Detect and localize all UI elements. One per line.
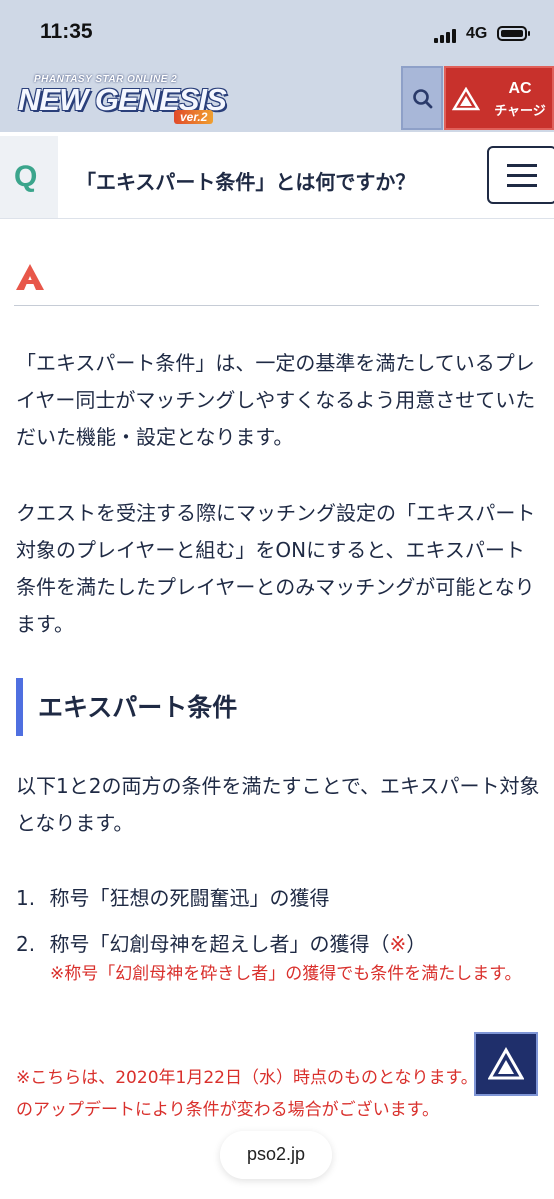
battery-icon xyxy=(497,26,530,41)
search-icon xyxy=(413,89,433,109)
menu-button[interactable] xyxy=(487,146,554,204)
section-accent-bar xyxy=(16,678,23,736)
browser-url-bar[interactable]: pso2.jp xyxy=(220,1131,332,1179)
back-to-top-button[interactable] xyxy=(474,1032,538,1096)
url-text: pso2.jp xyxy=(246,1144,306,1164)
answer-paragraph-2: クエストを受注する際にマッチング設定の「エキスパート対象のプレイヤーと組む」をO… xyxy=(16,501,536,636)
ac-label: AC xyxy=(508,80,532,97)
list-item-number: 1. xyxy=(16,886,36,910)
list-item: 2. 称号「幻創母神を超えし者」の獲得（※） xyxy=(16,928,426,957)
note-date-disclaimer: ※こちらは、2020年1月22日（水）時点のものとなります。今後のアップデートに… xyxy=(16,1068,512,1120)
page-title: 「エキスパート条件」とは何ですか？ xyxy=(76,170,416,194)
search-button[interactable] xyxy=(401,66,443,130)
menu-icon xyxy=(507,164,537,167)
note-title-alternative: ※称号「幻創母神を砕きし者」の獲得でも条件を満たします。 xyxy=(50,964,522,984)
divider xyxy=(14,305,539,306)
question-bar: Q 「エキスパート条件」とは何ですか？ xyxy=(0,136,554,219)
answer-paragraph-3: 以下1と2の両方の条件を満たすことで、エキスパート対象となります。 xyxy=(16,774,540,835)
list-item-text: 称号「幻創母神を超えし者」の獲得（ xyxy=(49,932,390,956)
question-marker: Q xyxy=(0,136,58,218)
ac-charge-button[interactable]: AC チャージ xyxy=(444,66,554,130)
section-heading: エキスパート条件 xyxy=(38,693,238,722)
note-mark: ※ xyxy=(389,932,407,956)
list-item-text: 称号「狂想の死闘奮迅」の獲得 xyxy=(49,886,330,910)
site-logo[interactable]: PHANTASY STAR ONLINE 2 NEW GENESIS ver.2 xyxy=(18,74,268,126)
question-letter: Q xyxy=(14,160,38,193)
list-item: 1. 称号「狂想の死闘奮迅」の獲得 xyxy=(16,882,329,911)
logo-version: ver.2 xyxy=(174,110,214,124)
status-bar: 11:35 4G xyxy=(0,0,554,66)
network-type: 4G xyxy=(466,25,488,42)
status-time: 11:35 xyxy=(40,20,93,43)
answer-a-icon xyxy=(16,264,44,290)
list-item-number: 2. xyxy=(16,932,36,956)
list-item-close: ） xyxy=(406,932,427,956)
site-header: PHANTASY STAR ONLINE 2 NEW GENESIS ver.2… xyxy=(0,66,554,132)
ac-sub-label: チャージ xyxy=(494,104,546,119)
back-to-top-icon xyxy=(488,1046,524,1080)
answer-paragraph-1: 「エキスパート条件」は、一定の基準を満たしているプレイヤー同士がマッチングしやす… xyxy=(16,351,536,449)
ac-triangle-icon xyxy=(452,87,480,111)
signal-icon xyxy=(434,29,460,43)
